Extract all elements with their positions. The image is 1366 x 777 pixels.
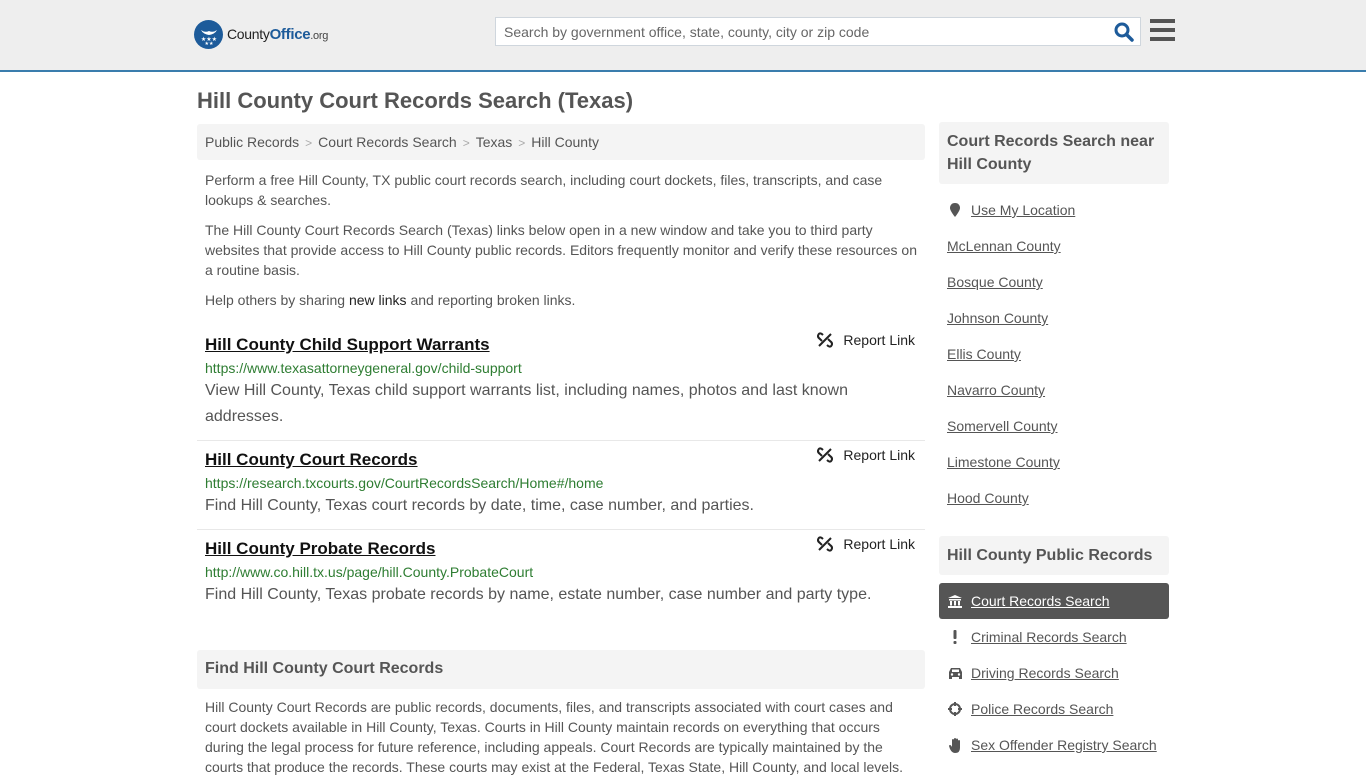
sidebar-item-label[interactable]: Sex Offender Registry Search: [971, 737, 1157, 753]
nearby-county-link[interactable]: Ellis County: [947, 346, 1021, 362]
breadcrumb-hill-county[interactable]: Hill County: [531, 134, 599, 150]
find-section-heading: Find Hill County Court Records: [197, 650, 925, 689]
hand-icon: [947, 737, 963, 753]
nearby-county-item: Somervell County: [939, 408, 1169, 444]
sidebar-item-driving-records[interactable]: Driving Records Search: [939, 655, 1169, 691]
breadcrumb-court-records-search[interactable]: Court Records Search: [318, 134, 457, 150]
intro-paragraph: The Hill County Court Records Search (Te…: [205, 222, 918, 278]
resource-link-title[interactable]: Hill County Probate Records: [205, 538, 917, 560]
svg-text:★★: ★★: [204, 41, 213, 46]
resource-link-title[interactable]: Hill County Child Support Warrants: [205, 334, 917, 356]
nearby-county-link[interactable]: Bosque County: [947, 274, 1043, 290]
nearby-county-item: Limestone County: [939, 444, 1169, 480]
breadcrumb-public-records[interactable]: Public Records: [205, 134, 299, 150]
breadcrumb-separator: >: [462, 136, 470, 150]
resource-link-url[interactable]: https://www.texasattorneygeneral.gov/chi…: [205, 358, 917, 378]
search-box: [495, 17, 1141, 46]
nearby-county-item: Navarro County: [939, 372, 1169, 408]
hamburger-menu-icon[interactable]: [1150, 19, 1175, 41]
site-logo[interactable]: ★★★ ★★ CountyOffice.org: [194, 20, 328, 49]
nearby-list: Use My Location McLennan County Bosque C…: [939, 192, 1169, 516]
broken-link-icon: [817, 332, 834, 348]
nearby-county-link[interactable]: Hood County: [947, 490, 1029, 506]
report-link-button[interactable]: Report Link: [817, 447, 915, 463]
site-header: ★★★ ★★ CountyOffice.org: [0, 0, 1366, 72]
search-icon[interactable]: [1114, 22, 1134, 42]
broken-link-icon: [817, 447, 834, 463]
intro-section: Perform a free Hill County, TX public co…: [205, 170, 921, 320]
new-links-link[interactable]: new links: [349, 292, 407, 308]
breadcrumb: Public Records > Court Records Search > Texa…: [197, 124, 925, 160]
exclamation-icon: [947, 630, 963, 644]
report-link-label: Report Link: [843, 447, 915, 463]
resource-link-item: Hill County Probate Records http://www.c…: [197, 530, 925, 618]
public-records-list: Court Records Search Criminal Records Se…: [939, 583, 1169, 763]
resource-link-title[interactable]: Hill County Court Records: [205, 449, 917, 471]
report-link-label: Report Link: [843, 536, 915, 552]
help-text: Help others by sharing new links and rep…: [205, 292, 576, 308]
sidebar-item-criminal-records[interactable]: Criminal Records Search: [939, 619, 1169, 655]
nearby-county-link[interactable]: Johnson County: [947, 310, 1048, 326]
nearby-county-link[interactable]: Limestone County: [947, 454, 1060, 470]
car-icon: [947, 667, 963, 679]
breadcrumb-separator: >: [305, 136, 313, 150]
breadcrumb-texas[interactable]: Texas: [476, 134, 513, 150]
resource-link-item: Hill County Court Records https://resear…: [197, 441, 925, 530]
eagle-stars-badge-icon: ★★★ ★★: [194, 20, 223, 49]
nearby-county-item: Bosque County: [939, 264, 1169, 300]
sidebar-item-label[interactable]: Criminal Records Search: [971, 629, 1127, 645]
public-records-heading: Hill County Public Records: [939, 536, 1169, 575]
nearby-county-item: Hood County: [939, 480, 1169, 516]
nearby-county-link[interactable]: McLennan County: [947, 238, 1061, 254]
sidebar-item-court-records[interactable]: Court Records Search: [939, 583, 1169, 619]
search-input[interactable]: [496, 18, 1106, 45]
nearby-county-link[interactable]: Somervell County: [947, 418, 1058, 434]
report-link-button[interactable]: Report Link: [817, 536, 915, 552]
use-my-location-item: Use My Location: [939, 192, 1169, 228]
nearby-heading: Court Records Search near Hill County: [939, 122, 1169, 184]
sidebar-item-sex-offender-registry[interactable]: Sex Offender Registry Search: [939, 727, 1169, 763]
sidebar-item-police-records[interactable]: Police Records Search: [939, 691, 1169, 727]
resource-link-url[interactable]: https://research.txcourts.gov/CourtRecor…: [205, 473, 917, 493]
report-link-button[interactable]: Report Link: [817, 332, 915, 348]
resource-link-item: Hill County Child Support Warrants https…: [197, 326, 925, 441]
nearby-county-item: McLennan County: [939, 228, 1169, 264]
resource-link-description: Find Hill County, Texas court records by…: [205, 497, 754, 514]
crosshairs-icon: [947, 702, 963, 716]
sidebar-item-label[interactable]: Court Records Search: [971, 593, 1110, 609]
courthouse-icon: [947, 594, 963, 608]
resource-link-description: View Hill County, Texas child support wa…: [205, 382, 848, 425]
resource-links: Hill County Child Support Warrants https…: [197, 326, 925, 618]
find-section-text: Hill County Court Records are public rec…: [205, 699, 904, 775]
resource-link-url[interactable]: http://www.co.hill.tx.us/page/hill.Count…: [205, 562, 917, 582]
logo-text: CountyOffice.org: [227, 26, 329, 43]
map-marker-icon: [947, 203, 963, 217]
intro-paragraph: Perform a free Hill County, TX public co…: [205, 172, 883, 208]
use-my-location-link[interactable]: Use My Location: [971, 202, 1075, 218]
nearby-county-item: Johnson County: [939, 300, 1169, 336]
report-link-label: Report Link: [843, 332, 915, 348]
breadcrumb-separator: >: [518, 136, 526, 150]
broken-link-icon: [817, 536, 834, 552]
nearby-county-link[interactable]: Navarro County: [947, 382, 1045, 398]
nearby-county-item: Ellis County: [939, 336, 1169, 372]
sidebar-item-label[interactable]: Police Records Search: [971, 701, 1113, 717]
sidebar-item-label[interactable]: Driving Records Search: [971, 665, 1119, 681]
resource-link-description: Find Hill County, Texas probate records …: [205, 586, 872, 603]
page-title: Hill County Court Records Search (Texas): [197, 88, 634, 113]
